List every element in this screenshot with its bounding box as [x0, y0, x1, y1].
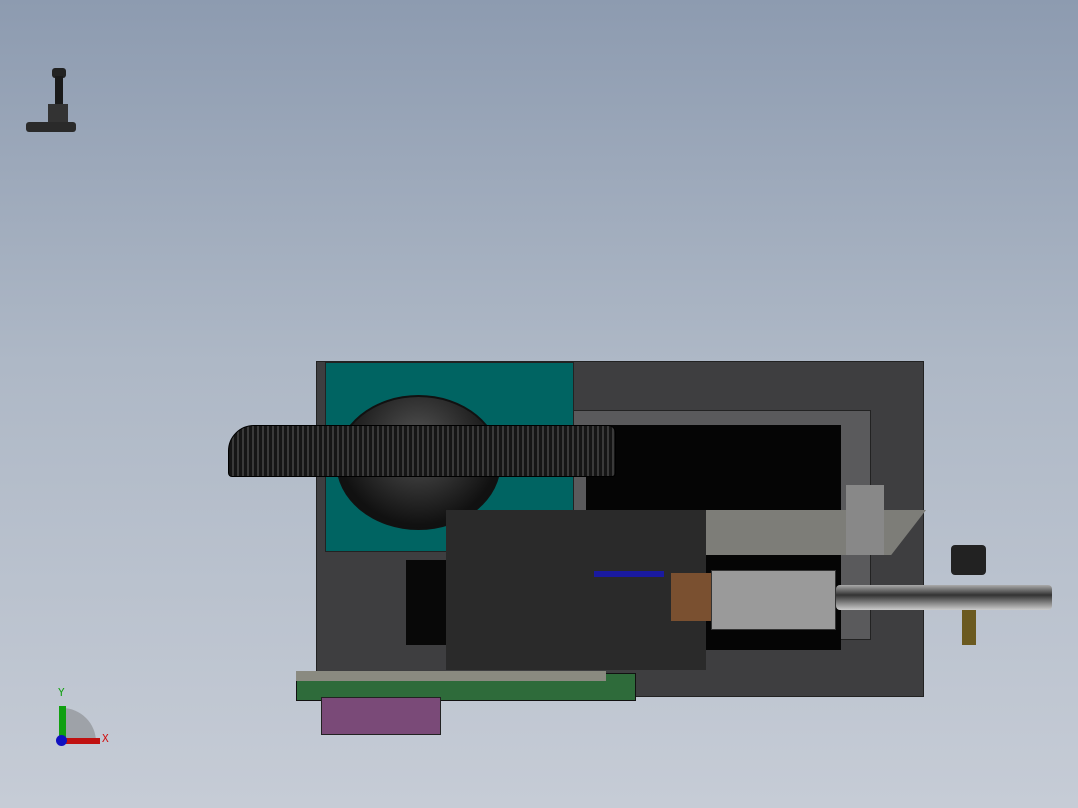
pulley: [951, 545, 986, 575]
linear-guide: [711, 570, 836, 630]
mechanism-center: [446, 510, 706, 670]
tube-guide: [228, 425, 616, 477]
y-axis-label: Y: [58, 686, 65, 699]
belt-arm: [836, 585, 1052, 610]
y-axis-arrow: [59, 706, 66, 738]
blue-strip: [594, 571, 664, 577]
shaft: [962, 610, 976, 645]
x-axis-label: X: [102, 732, 109, 745]
x-axis-arrow: [64, 738, 100, 744]
cad-assembly-model[interactable]: [228, 355, 1056, 745]
purple-connector: [321, 697, 441, 735]
z-axis-dot: [56, 735, 67, 746]
brown-block: [671, 573, 713, 621]
motor-block: [846, 485, 884, 555]
small-part-preview[interactable]: [24, 68, 78, 140]
view-triad[interactable]: Y X: [50, 686, 120, 748]
pcb-top-plate: [296, 671, 606, 681]
